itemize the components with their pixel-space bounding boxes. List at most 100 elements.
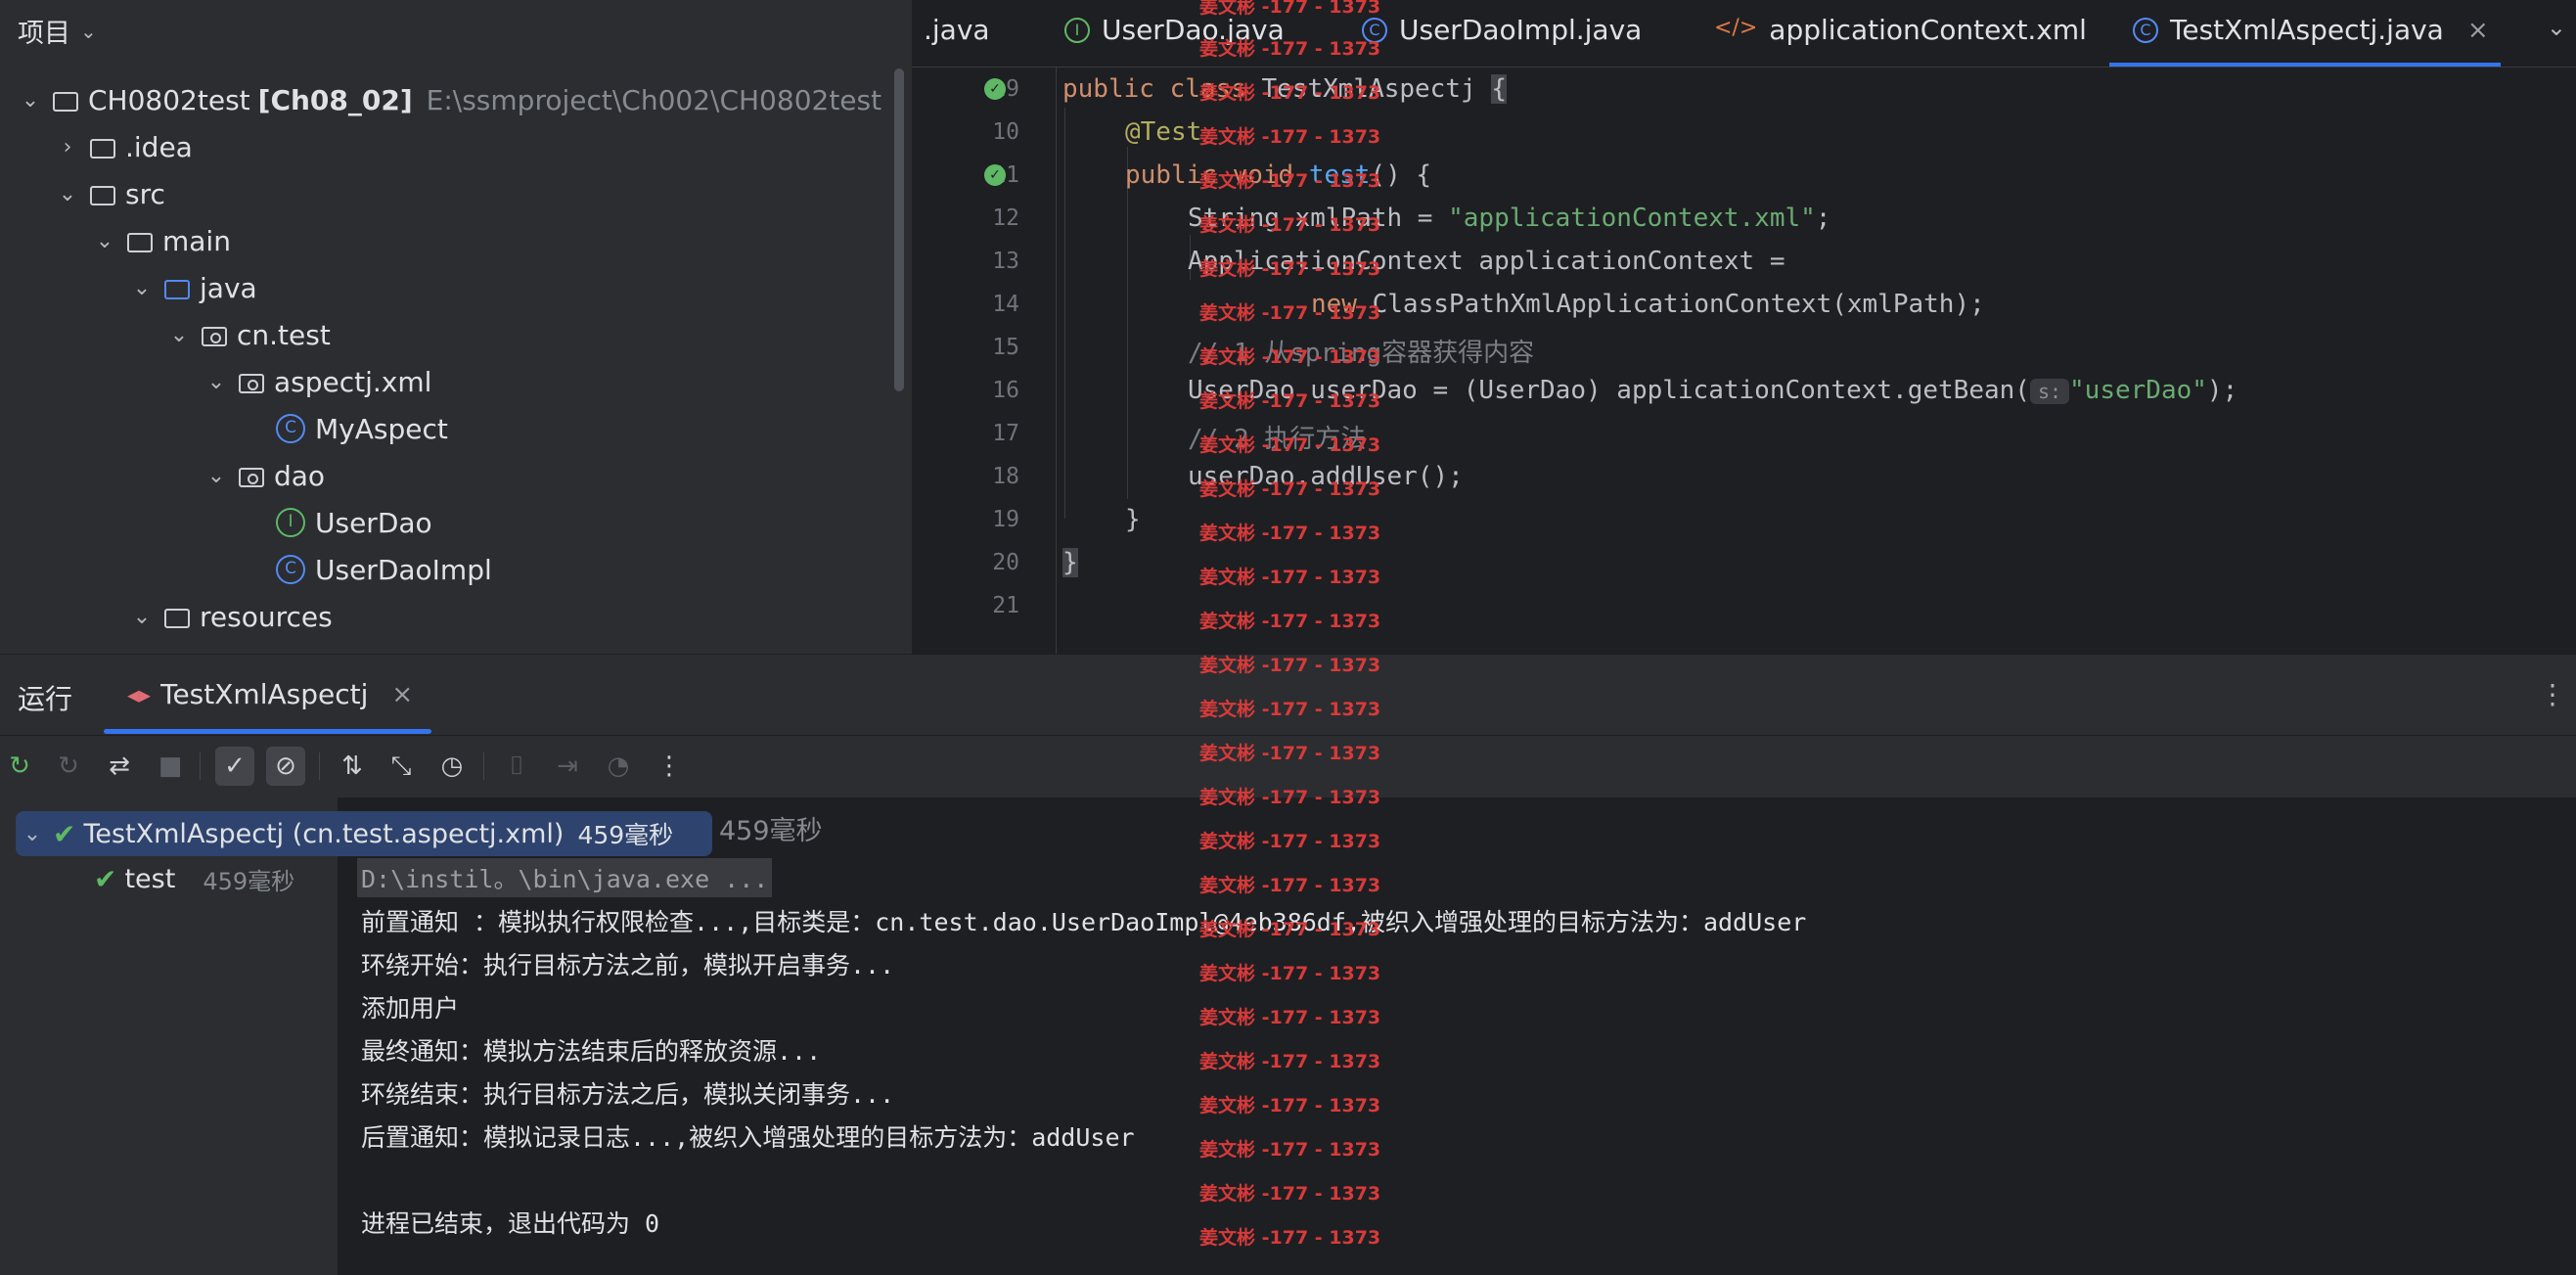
xml-icon: </> xyxy=(1714,15,1758,40)
chevron-down-icon: ⌄ xyxy=(80,19,97,43)
close-icon[interactable]: × xyxy=(391,680,413,709)
indent-guide xyxy=(1127,147,1128,499)
watermark: 姜文彬 -177 - 1373 xyxy=(1199,214,1381,236)
tab-label: UserDaoImpl.java xyxy=(1399,14,1643,46)
line-number: 15 xyxy=(992,335,1019,360)
line-number: 10 xyxy=(992,119,1019,145)
sort-icon[interactable]: ⇅ xyxy=(333,747,372,786)
tree-item-label: aspectj.xml xyxy=(274,365,432,398)
close-icon[interactable]: × xyxy=(2467,16,2489,45)
watermark: 姜文彬 -177 - 1373 xyxy=(1199,787,1381,808)
line-number: 18 xyxy=(992,464,1019,489)
tree-item-aspectj-xml[interactable]: ⌄ aspectj.xml xyxy=(203,360,432,403)
tree-item-label: dao xyxy=(274,459,326,492)
tab-java[interactable]: .java xyxy=(924,14,990,46)
folder-icon xyxy=(90,139,115,159)
more-options-icon[interactable]: ⋮ xyxy=(650,747,689,786)
run-tab-label: TestXmlAspectj xyxy=(160,678,369,710)
code-line-19[interactable]: } xyxy=(1125,505,1141,534)
coverage-icon[interactable]: ◔ xyxy=(599,747,638,786)
console-line[interactable]: D:\instil。\bin\java.exe ... xyxy=(357,858,773,897)
interface-icon: I xyxy=(1064,17,1090,43)
class-icon: C xyxy=(276,414,305,443)
code-line-14[interactable]: new ClassPathXmlApplicationContext(xmlPa… xyxy=(1311,290,1985,319)
tree-item-path: E:\ssmproject\Ch002\CH0802test xyxy=(426,83,882,116)
tree-item-myaspect[interactable]: C MyAspect xyxy=(241,407,448,450)
watermark: 姜文彬 -177 - 1373 xyxy=(1199,743,1381,764)
chevron-down-icon[interactable]: ⌄ xyxy=(203,464,229,488)
tree-item-src[interactable]: ⌄ src xyxy=(55,172,165,215)
tree-item-label: cn.test xyxy=(237,318,331,351)
chevron-down-icon[interactable]: ⌄ xyxy=(18,822,47,846)
project-header-label: 项目 xyxy=(18,19,70,49)
tree-item-idea[interactable]: › .idea xyxy=(55,125,193,168)
rerun-icon[interactable]: ↻ xyxy=(0,747,39,786)
show-ignored-icon[interactable]: ⊘ xyxy=(266,747,305,786)
watermark: 姜文彬 -177 - 1373 xyxy=(1199,302,1381,324)
resources-folder-icon xyxy=(164,609,190,628)
tab-label: applicationContext.xml xyxy=(1769,14,2087,46)
watermark: 姜文彬 -177 - 1373 xyxy=(1199,0,1381,18)
chevron-down-icon[interactable]: ⌄ xyxy=(55,182,80,206)
tree-item-module-name: [Ch08_02] xyxy=(257,83,413,116)
chevron-down-icon[interactable]: ⌄ xyxy=(92,229,117,253)
interface-icon: I xyxy=(276,508,305,537)
tree-item-cn-test[interactable]: ⌄ cn.test xyxy=(166,313,331,356)
package-icon xyxy=(239,374,264,393)
run-test-class-icon[interactable]: ✓ xyxy=(984,78,1006,106)
import-icon[interactable]: ⇥ xyxy=(548,747,587,786)
tab-applicationcontext-xml[interactable]: </> applicationContext.xml xyxy=(1714,14,2087,46)
watermark: 姜文彬 -177 - 1373 xyxy=(1199,170,1381,192)
watermark: 姜文彬 -177 - 1373 xyxy=(1199,919,1381,940)
collapse-icon[interactable]: ⤡ xyxy=(382,747,421,786)
test-method-node[interactable]: ✔ test 459毫秒 xyxy=(94,862,294,896)
watermark: 姜文彬 -177 - 1373 xyxy=(1199,1007,1381,1028)
history-icon[interactable]: ◷ xyxy=(432,747,472,786)
console-output[interactable]: 459毫秒 D:\instil。\bin\java.exe ... 前置通知 ：… xyxy=(338,797,2576,1275)
tab-testxmlaspectj[interactable]: C TestXmlAspectj.java × xyxy=(2133,14,2489,46)
active-tab-indicator xyxy=(104,729,431,734)
tree-item-userdaoimpl[interactable]: C UserDaoImpl xyxy=(241,548,492,591)
editor-tabs: .java I UserDao.java C UserDaoImpl.java … xyxy=(912,0,2576,68)
test-root-node[interactable]: ⌄ ✔ TestXmlAspectj (cn.test.aspectj.xml)… xyxy=(16,811,712,856)
chevron-right-icon[interactable]: › xyxy=(55,135,80,159)
line-number: 12 xyxy=(992,205,1019,231)
stop-icon[interactable]: ■ xyxy=(151,747,190,786)
code-line-10[interactable]: @Test xyxy=(1125,117,1201,147)
project-view-selector[interactable]: 项目 ⌄ xyxy=(18,12,97,50)
tree-item-main[interactable]: ⌄ main xyxy=(92,219,231,262)
more-options-icon[interactable]: ⋮ xyxy=(2539,678,2566,710)
tree-item-userdao[interactable]: I UserDao xyxy=(241,501,432,544)
console-line: 后置通知：模拟记录日志...,被织入增强处理的目标方法为：addUser xyxy=(361,1123,1135,1152)
folder-icon xyxy=(90,186,115,205)
run-tab-testxmlaspectj[interactable]: ◂▸ TestXmlAspectj × xyxy=(127,678,413,710)
tree-scrollbar[interactable] xyxy=(894,68,904,391)
chevron-down-icon[interactable]: ⌄ xyxy=(2547,14,2566,41)
line-number: 17 xyxy=(992,421,1019,446)
line-number: 13 xyxy=(992,249,1019,274)
run-test-method-icon[interactable]: ✓ xyxy=(984,164,1006,192)
code-line-20[interactable]: } xyxy=(1062,548,1078,577)
chevron-down-icon[interactable]: ⌄ xyxy=(18,88,43,113)
show-passed-icon[interactable]: ✓ xyxy=(215,747,254,786)
camera-icon[interactable]: ⌷ xyxy=(497,747,536,786)
tab-userdaoimpl[interactable]: C UserDaoImpl.java xyxy=(1362,14,1642,46)
check-icon: ✔ xyxy=(53,817,76,850)
package-icon xyxy=(239,468,264,487)
toggle-auto-test-icon[interactable]: ⇄ xyxy=(100,747,139,786)
tree-item-dao[interactable]: ⌄ dao xyxy=(203,454,325,497)
tree-item-resources[interactable]: ⌄ resources xyxy=(129,595,333,638)
console-line: 进程已结束，退出代码为 0 xyxy=(361,1209,660,1238)
watermark: 姜文彬 -177 - 1373 xyxy=(1199,38,1381,60)
chevron-down-icon[interactable]: ⌄ xyxy=(203,370,229,394)
chevron-down-icon[interactable]: ⌄ xyxy=(129,276,155,300)
tree-item-module[interactable]: ⌄ CH0802test [Ch08_02] E:\ssmproject\Ch0… xyxy=(18,78,881,121)
tree-item-java[interactable]: ⌄ java xyxy=(129,266,257,309)
chevron-down-icon[interactable]: ⌄ xyxy=(129,605,155,629)
console-line: 添加用户 xyxy=(361,994,460,1023)
tab-label: TestXmlAspectj.java xyxy=(2170,14,2444,46)
rerun-failed-icon[interactable]: ↻ xyxy=(49,747,88,786)
test-root-duration: 459毫秒 xyxy=(577,821,674,849)
chevron-down-icon[interactable]: ⌄ xyxy=(166,323,192,347)
package-icon xyxy=(202,327,227,346)
